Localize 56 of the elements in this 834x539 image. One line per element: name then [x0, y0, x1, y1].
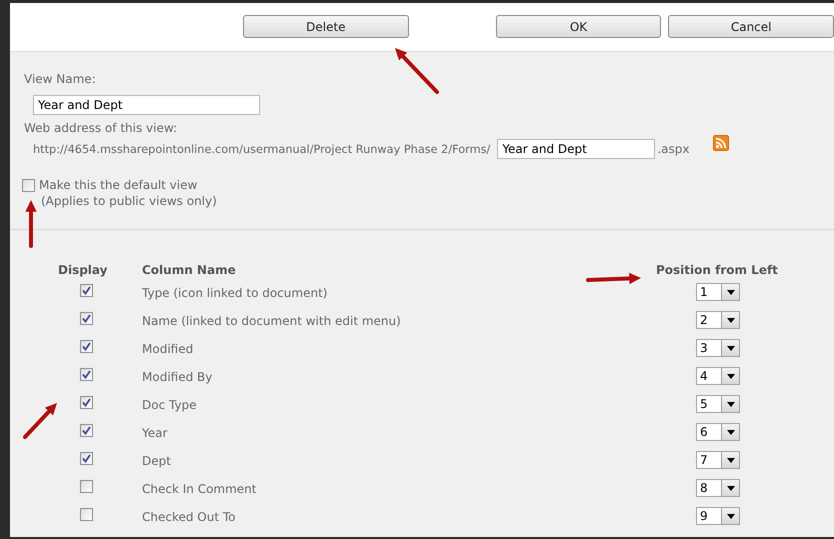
dropdown-arrow-icon — [726, 486, 734, 490]
column-name: Checked Out To — [141, 509, 237, 526]
checkbox[interactable] — [80, 424, 93, 437]
position-dropdown[interactable]: 6 — [696, 423, 740, 441]
page-name-field[interactable]: Year and Dept — [497, 139, 656, 159]
checkbox[interactable] — [80, 340, 93, 353]
annotation-arrow — [586, 272, 641, 284]
annotation-arrow — [23, 403, 57, 439]
default-view-note: (Applies to public views only) — [41, 194, 218, 208]
rss-icon[interactable] — [713, 135, 730, 151]
column-header: Display — [58, 262, 108, 278]
checkbox[interactable] — [80, 368, 93, 381]
column-header: Column Name — [142, 262, 236, 278]
column-header: Position from Left — [656, 262, 778, 278]
checkbox[interactable] — [80, 452, 93, 465]
cancel-button[interactable]: Cancel — [668, 15, 834, 38]
dropdown-arrow-icon — [726, 402, 734, 406]
position-dropdown[interactable]: 5 — [696, 395, 740, 413]
checkbox[interactable] — [80, 508, 93, 521]
dropdown-arrow-icon — [726, 458, 734, 462]
checkbox[interactable] — [80, 396, 93, 409]
annotation-arrow — [395, 48, 439, 94]
checkbox[interactable] — [80, 312, 93, 325]
checkbox[interactable] — [80, 284, 93, 297]
position-dropdown[interactable]: 7 — [696, 451, 740, 469]
url-suffix: .aspx — [657, 142, 690, 156]
web-address-label: Web address of this view: — [24, 120, 178, 136]
column-name: Check In Comment — [141, 481, 258, 498]
checkbox[interactable] — [80, 480, 93, 493]
position-dropdown[interactable]: 9 — [696, 507, 740, 525]
dropdown-arrow-icon — [726, 374, 734, 378]
column-name: Type (icon linked to document) — [141, 285, 328, 302]
url-prefix: http://4654.mssharepointonline.com/usermanual/Project Runway Phase 2/Forms/ — [33, 142, 490, 156]
annotation-arrow — [25, 200, 37, 248]
position-dropdown[interactable]: 3 — [696, 339, 740, 357]
delete-button[interactable]: Delete — [243, 15, 409, 38]
column-name: Modified — [141, 341, 194, 358]
position-dropdown[interactable]: 4 — [696, 367, 740, 385]
dropdown-arrow-icon — [726, 514, 734, 518]
default-view-label: Make this the default view — [39, 178, 198, 192]
dropdown-arrow-icon — [726, 430, 734, 434]
dropdown-arrow-icon — [726, 290, 734, 294]
view-name-label: View Name: — [24, 71, 97, 87]
view-name-field[interactable]: Year and Dept — [33, 95, 260, 115]
position-dropdown[interactable]: 8 — [696, 479, 740, 497]
position-dropdown[interactable]: 1 — [696, 283, 740, 301]
position-dropdown[interactable]: 2 — [696, 311, 740, 329]
ok-button[interactable]: OK — [496, 15, 662, 38]
column-name: Doc Type — [141, 397, 198, 414]
dropdown-arrow-icon — [726, 346, 734, 350]
column-name: Dept — [141, 453, 172, 470]
checkbox[interactable] — [22, 178, 35, 192]
column-name: Year — [141, 425, 168, 442]
column-name: Name (linked to document with edit menu) — [141, 313, 402, 330]
column-name: Modified By — [141, 369, 214, 386]
dropdown-arrow-icon — [726, 318, 734, 322]
